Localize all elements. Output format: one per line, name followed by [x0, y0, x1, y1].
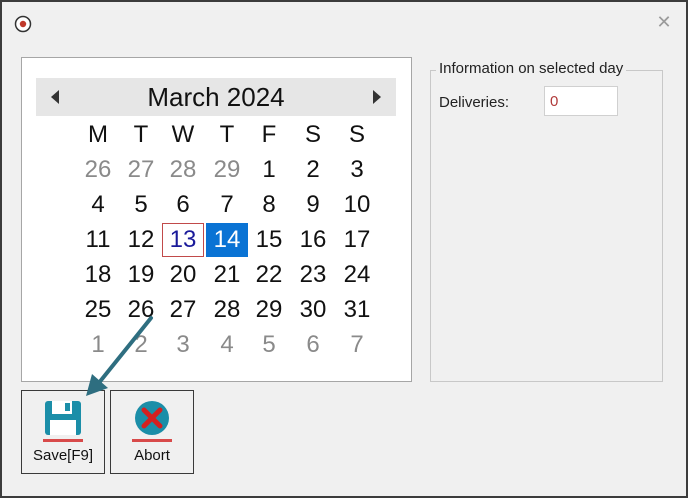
- calendar-day[interactable]: 1: [77, 328, 119, 362]
- abort-button[interactable]: Abort: [110, 390, 194, 474]
- previous-month-button[interactable]: [40, 78, 70, 116]
- calendar-day[interactable]: 6: [162, 188, 204, 222]
- calendar-day[interactable]: 21: [206, 258, 248, 292]
- calendar-day[interactable]: 5: [248, 328, 290, 362]
- calendar-day[interactable]: 15: [248, 223, 290, 257]
- floppy-disk-icon: [43, 401, 83, 442]
- calendar-day[interactable]: 23: [292, 258, 334, 292]
- calendar-day[interactable]: 2: [292, 153, 334, 187]
- chevron-right-icon: [373, 90, 381, 104]
- calendar-day[interactable]: 28: [162, 153, 204, 187]
- calendar-day[interactable]: 18: [77, 258, 119, 292]
- calendar-day[interactable]: 17: [336, 223, 378, 257]
- deliveries-label: Deliveries:: [439, 94, 510, 111]
- save-button-label: Save[F9]: [32, 447, 94, 464]
- weekday-header: S: [348, 121, 365, 148]
- abort-button-label: Abort: [134, 447, 170, 464]
- weekday-header: T: [219, 121, 235, 148]
- calendar-day[interactable]: 20: [162, 258, 204, 292]
- weekday-header: S: [304, 121, 321, 148]
- calendar-day[interactable]: 24: [336, 258, 378, 292]
- calendar-day[interactable]: 25: [77, 293, 119, 327]
- calendar-day[interactable]: 4: [77, 188, 119, 222]
- calendar-day[interactable]: 5: [120, 188, 162, 222]
- calendar-day[interactable]: 12: [120, 223, 162, 257]
- calendar-day[interactable]: 10: [336, 188, 378, 222]
- calendar-day[interactable]: 30: [292, 293, 334, 327]
- calendar-header: March 2024: [36, 78, 396, 116]
- month-title[interactable]: March 2024: [96, 78, 336, 116]
- calendar-day[interactable]: 9: [292, 188, 334, 222]
- calendar-day[interactable]: 3: [336, 153, 378, 187]
- calendar-day[interactable]: 4: [206, 328, 248, 362]
- calendar-day[interactable]: 28: [206, 293, 248, 327]
- calendar-day[interactable]: 7: [206, 188, 248, 222]
- calendar-day[interactable]: 6: [292, 328, 334, 362]
- info-groupbox-title: Information on selected day: [436, 60, 627, 77]
- close-icon[interactable]: ✕: [654, 12, 674, 32]
- next-month-button[interactable]: [362, 78, 392, 116]
- calendar-day[interactable]: 7: [336, 328, 378, 362]
- chevron-left-icon: [51, 90, 59, 104]
- calendar-day[interactable]: 1: [248, 153, 290, 187]
- calendar-day[interactable]: 16: [292, 223, 334, 257]
- calendar-day[interactable]: 8: [248, 188, 290, 222]
- calendar-day[interactable]: 27: [162, 293, 204, 327]
- weekday-header: W: [171, 121, 195, 148]
- date-picker-window: ✕ March 2024 MTWTFSS 26 27 28 29 1 2 3 4 5 6 7 8 9 10…: [0, 0, 688, 498]
- weekday-header: T: [133, 121, 149, 148]
- calendar-day[interactable]: 22: [248, 258, 290, 292]
- calendar-panel: March 2024 MTWTFSS 26 27 28 29 1 2 3 4 5 6 7 8 9 10 11…: [21, 57, 412, 382]
- save-button[interactable]: Save[F9]: [21, 390, 105, 474]
- calendar-day-selected[interactable]: 14: [206, 223, 248, 257]
- calendar-day[interactable]: 29: [248, 293, 290, 327]
- app-icon: [14, 15, 32, 33]
- weekday-header: F: [261, 121, 277, 148]
- calendar-day[interactable]: 29: [206, 153, 248, 187]
- calendar-day[interactable]: 26: [120, 293, 162, 327]
- info-groupbox: [430, 70, 663, 382]
- x-circle-icon: [132, 401, 172, 442]
- calendar-day[interactable]: 27: [120, 153, 162, 187]
- calendar-day[interactable]: 19: [120, 258, 162, 292]
- calendar-day[interactable]: 3: [162, 328, 204, 362]
- title-bar: ✕: [2, 2, 686, 44]
- weekday-header: M: [88, 121, 108, 148]
- calendar-day-today[interactable]: 13: [162, 223, 204, 257]
- calendar-day[interactable]: 2: [120, 328, 162, 362]
- calendar-day[interactable]: 26: [77, 153, 119, 187]
- calendar-day[interactable]: 11: [77, 223, 119, 257]
- calendar-day[interactable]: 31: [336, 293, 378, 327]
- deliveries-field[interactable]: 0: [544, 86, 618, 116]
